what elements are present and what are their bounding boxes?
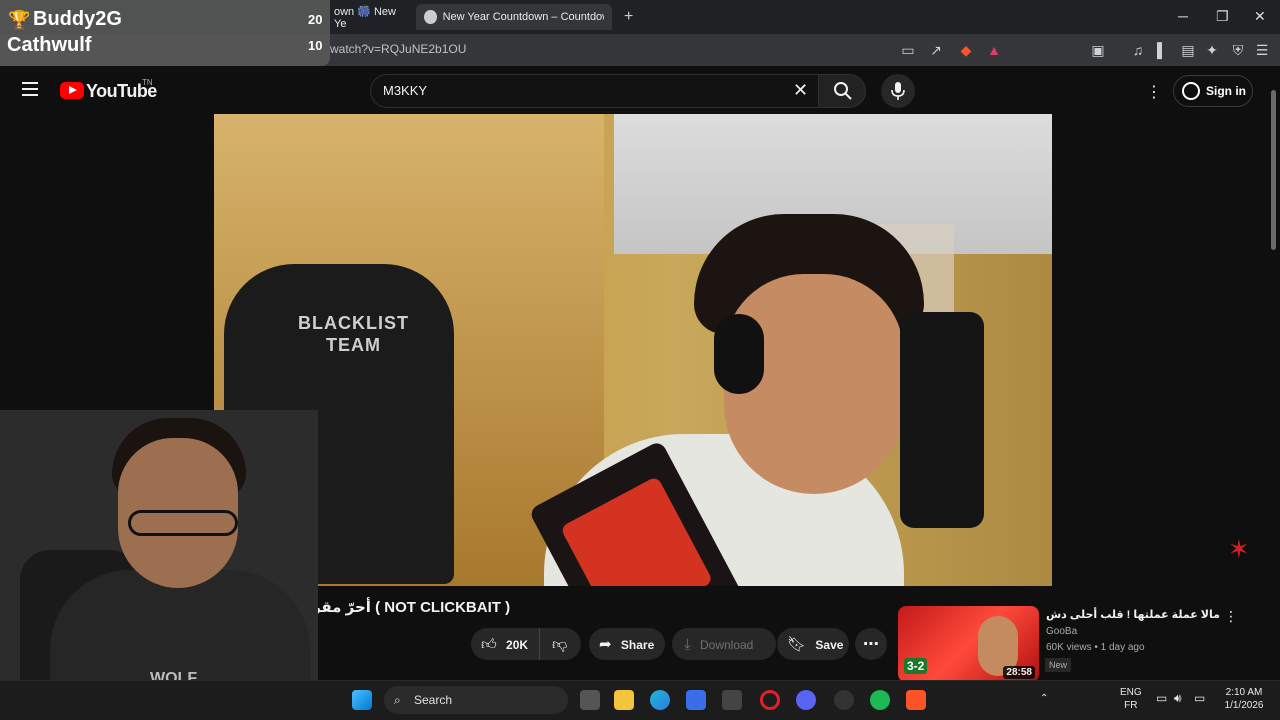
- save-button[interactable]: 🔖︎ Save: [777, 628, 849, 660]
- new-badge: New: [1045, 658, 1072, 672]
- video-duration: 28:58: [1003, 666, 1035, 679]
- video-scene-person: [404, 174, 924, 586]
- streamer-webcam-overlay: WOLF: [0, 410, 318, 686]
- account-icon: [1182, 82, 1200, 100]
- scoreboard-overlay: 🏆 Buddy2G Cathwulf 20 10: [0, 0, 330, 66]
- discord-icon[interactable]: [796, 690, 816, 710]
- sign-in-button[interactable]: Sign in: [1173, 75, 1253, 107]
- taskbar-search[interactable]: ⌕ Search: [384, 686, 568, 714]
- media-icon[interactable]: ♫: [1130, 42, 1146, 58]
- thumbs-up-icon: 👍︎: [481, 635, 497, 653]
- search-button[interactable]: [818, 74, 866, 108]
- volume-icon[interactable]: 🔊︎: [1174, 692, 1182, 705]
- obs-icon[interactable]: [834, 690, 854, 710]
- language-indicator[interactable]: ENG FR: [1120, 686, 1142, 712]
- tray-overflow-icon[interactable]: ⌃: [1040, 692, 1048, 705]
- store-icon[interactable]: [686, 690, 706, 710]
- recommended-video-title[interactable]: مالا عملة عملتها ! قلب أحلى دش: [1046, 608, 1220, 621]
- country-code: TN: [142, 78, 153, 87]
- bookmark-icon: 🔖︎: [787, 635, 807, 653]
- file-explorer-icon[interactable]: [614, 690, 634, 710]
- chair-text: BLACKLIST TEAM: [298, 313, 409, 355]
- download-icon: ⤓: [684, 635, 691, 653]
- windows-start-icon[interactable]: [352, 690, 372, 710]
- browser-tab-countdown[interactable]: New Year Countdown – Countdown t: [416, 4, 612, 30]
- browser-tab-newyear[interactable]: own 🎆 New Ye: [326, 4, 416, 30]
- sidebar-icon[interactable]: ▌: [1154, 42, 1170, 58]
- settings-kebab-icon[interactable]: ⋮: [1146, 82, 1162, 102]
- tab-favicon-icon: [424, 10, 437, 24]
- maximize-button[interactable]: ❐: [1216, 8, 1229, 25]
- recommended-channel-name[interactable]: GooBa: [1046, 626, 1077, 637]
- share-button[interactable]: ➦ Share: [589, 628, 665, 660]
- wallet-icon[interactable]: ▤: [1180, 42, 1196, 58]
- taskbar-search-icon: ⌕: [394, 693, 401, 707]
- like-button[interactable]: 👍︎ 20K: [471, 628, 539, 660]
- network-icon[interactable]: ▭: [1156, 692, 1167, 705]
- url-field[interactable]: watch?v=RQJuNE2b1OU: [330, 42, 466, 56]
- opera-gx-icon[interactable]: [760, 690, 780, 710]
- search-input-value: M3KKY: [383, 83, 428, 98]
- microphone-icon: [891, 82, 905, 100]
- search-input[interactable]: [370, 74, 820, 108]
- player2-score: 10: [308, 38, 323, 53]
- clock[interactable]: 2:10 AM 1/1/2026: [1218, 686, 1270, 712]
- youtube-logo-icon[interactable]: [60, 82, 84, 99]
- spotify-icon[interactable]: [870, 690, 890, 710]
- voice-search-button[interactable]: [881, 74, 915, 108]
- recommended-video-thumbnail[interactable]: 3-2 28:58: [898, 606, 1039, 682]
- task-view-icon[interactable]: [580, 690, 600, 710]
- minimize-button[interactable]: ─: [1178, 8, 1188, 24]
- leo-ai-icon[interactable]: ✦: [1204, 42, 1220, 58]
- page-scrollbar[interactable]: [1268, 70, 1278, 680]
- more-icon: ⋯: [863, 635, 879, 653]
- player1-score: 20: [308, 12, 323, 27]
- video-title: أحرّ مقرونة ( NOT CLICKBAIT ): [288, 599, 511, 616]
- recommendation-menu-icon[interactable]: ⋮: [1224, 608, 1238, 625]
- app-icon[interactable]: [722, 690, 742, 710]
- search-icon: [834, 82, 852, 100]
- screenshot-icon[interactable]: ▣: [1090, 42, 1106, 58]
- edge-icon[interactable]: [650, 690, 670, 710]
- dislike-button[interactable]: 👎︎: [539, 628, 581, 660]
- recommended-video-meta: 60K views • 1 day ago: [1046, 642, 1145, 653]
- share-page-icon[interactable]: ↗: [928, 42, 944, 58]
- download-button[interactable]: ⤓ Download: [672, 628, 776, 660]
- more-actions-button[interactable]: ⋯: [855, 628, 887, 660]
- vpn-icon[interactable]: ⛨: [1230, 42, 1246, 58]
- guide-menu-icon[interactable]: [22, 82, 38, 96]
- thumbnail-score: 3-2: [904, 658, 928, 674]
- clear-search-icon[interactable]: ✕: [793, 80, 808, 101]
- brave-rewards-icon[interactable]: ▲: [986, 42, 1002, 58]
- thumbs-down-icon: 👎︎: [552, 635, 568, 653]
- trophy-icon: 🏆: [8, 10, 31, 30]
- brave-shield-icon[interactable]: ◆: [958, 42, 974, 58]
- video-player[interactable]: BLACKLIST TEAM: [214, 114, 1052, 586]
- cast-icon[interactable]: ▭: [900, 42, 916, 58]
- share-icon: ➦: [599, 635, 612, 653]
- close-window-button[interactable]: ✕: [1254, 8, 1266, 25]
- battery-icon[interactable]: ▭: [1194, 692, 1205, 705]
- new-tab-button[interactable]: +: [624, 8, 633, 26]
- windows-taskbar: [0, 680, 1280, 720]
- player1-name: Buddy2G: [33, 8, 122, 30]
- brave-icon[interactable]: [906, 690, 926, 710]
- player2-name: Cathwulf: [7, 34, 92, 56]
- video-scene-microphone: [900, 312, 984, 528]
- browser-menu-icon[interactable]: ☰: [1254, 42, 1270, 58]
- stream-logo-watermark: ✶: [1228, 534, 1250, 564]
